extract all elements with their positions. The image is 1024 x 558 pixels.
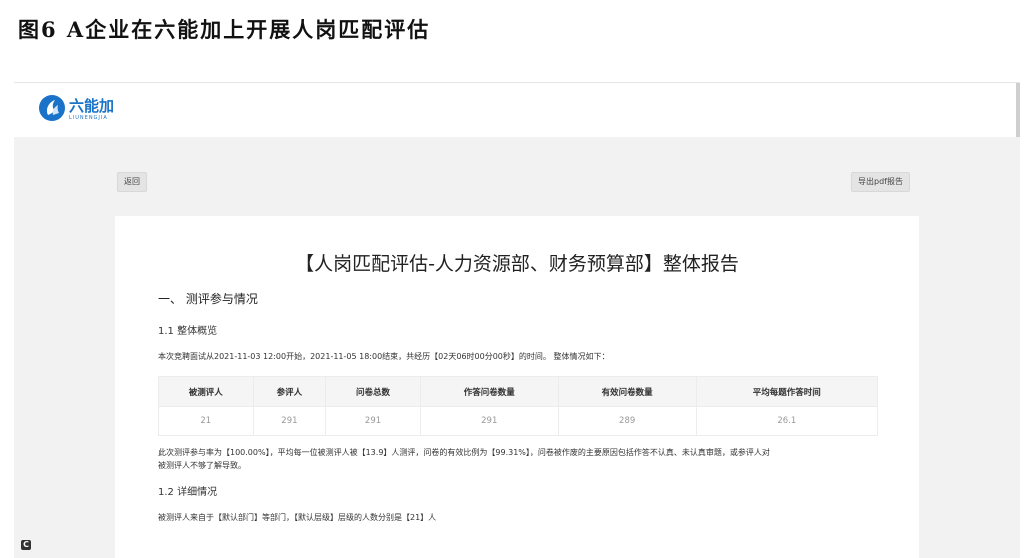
scrollbar[interactable] xyxy=(1016,83,1020,137)
subsection-details: 1.2 详细情况 xyxy=(158,487,218,498)
table-cell: 291 xyxy=(325,406,421,436)
summary-text-line1: 此次测评参与率为【100.00%】，平均每一位被测评人被【13.9】人测评，问卷… xyxy=(158,448,770,457)
logo-text: 六能加 xyxy=(69,96,115,115)
column-header: 问卷总数 xyxy=(325,376,421,407)
subsection-overview: 1.1 整体概览 xyxy=(158,326,218,337)
table-cell: 21 xyxy=(158,406,254,436)
column-header: 被测评人 xyxy=(158,376,254,407)
app-window: 六能加 LIUNENGJIA 返回 导出pdf报告 【人岗匹配评估-人力资源部、… xyxy=(14,82,1020,558)
summary-text-line2: 被测评人不够了解导致。 xyxy=(158,461,246,470)
section-heading-participation: 一、 测评参与情况 xyxy=(158,292,258,306)
report-title: 【人岗匹配评估-人力资源部、财务预算部】整体报告 xyxy=(295,253,739,275)
back-button[interactable]: 返回 xyxy=(117,172,147,192)
intro-text: 本次竞聘面试从2021-11-03 12:00开始，2021-11-05 18:… xyxy=(158,352,610,361)
logo-subtext: LIUNENGJIA xyxy=(69,114,108,121)
table-cell: 26.1 xyxy=(695,406,879,436)
table-row: 21 291 291 291 289 26.1 xyxy=(158,406,879,436)
column-header: 平均每题作答时间 xyxy=(695,376,879,407)
table-header-row: 被测评人 参评人 问卷总数 作答问卷数量 有效问卷数量 平均每题作答时间 xyxy=(158,376,879,407)
figure-caption: 图6 A企业在六能加上开展人岗匹配评估 xyxy=(18,17,431,42)
detail-text: 被测评人来自于【默认部门】等部门，【默认层级】层级的人数分别是【21】人 xyxy=(158,513,437,522)
report-panel: 【人岗匹配评估-人力资源部、财务预算部】整体报告 一、 测评参与情况 1.1 整… xyxy=(115,216,919,558)
table-cell: 291 xyxy=(419,406,559,436)
corner-app-icon[interactable]: C xyxy=(21,540,31,550)
column-header: 有效问卷数量 xyxy=(557,376,697,407)
table-cell: 289 xyxy=(557,406,697,436)
column-header: 作答问卷数量 xyxy=(419,376,559,407)
overview-table: 被测评人 参评人 问卷总数 作答问卷数量 有效问卷数量 平均每题作答时间 21 … xyxy=(158,376,879,436)
table-cell: 291 xyxy=(252,406,327,436)
top-bar: 六能加 LIUNENGJIA xyxy=(14,83,1020,137)
export-pdf-button[interactable]: 导出pdf报告 xyxy=(851,172,910,192)
logo-icon xyxy=(39,95,65,121)
column-header: 参评人 xyxy=(252,376,327,407)
brand-logo[interactable]: 六能加 LIUNENGJIA xyxy=(39,95,114,121)
